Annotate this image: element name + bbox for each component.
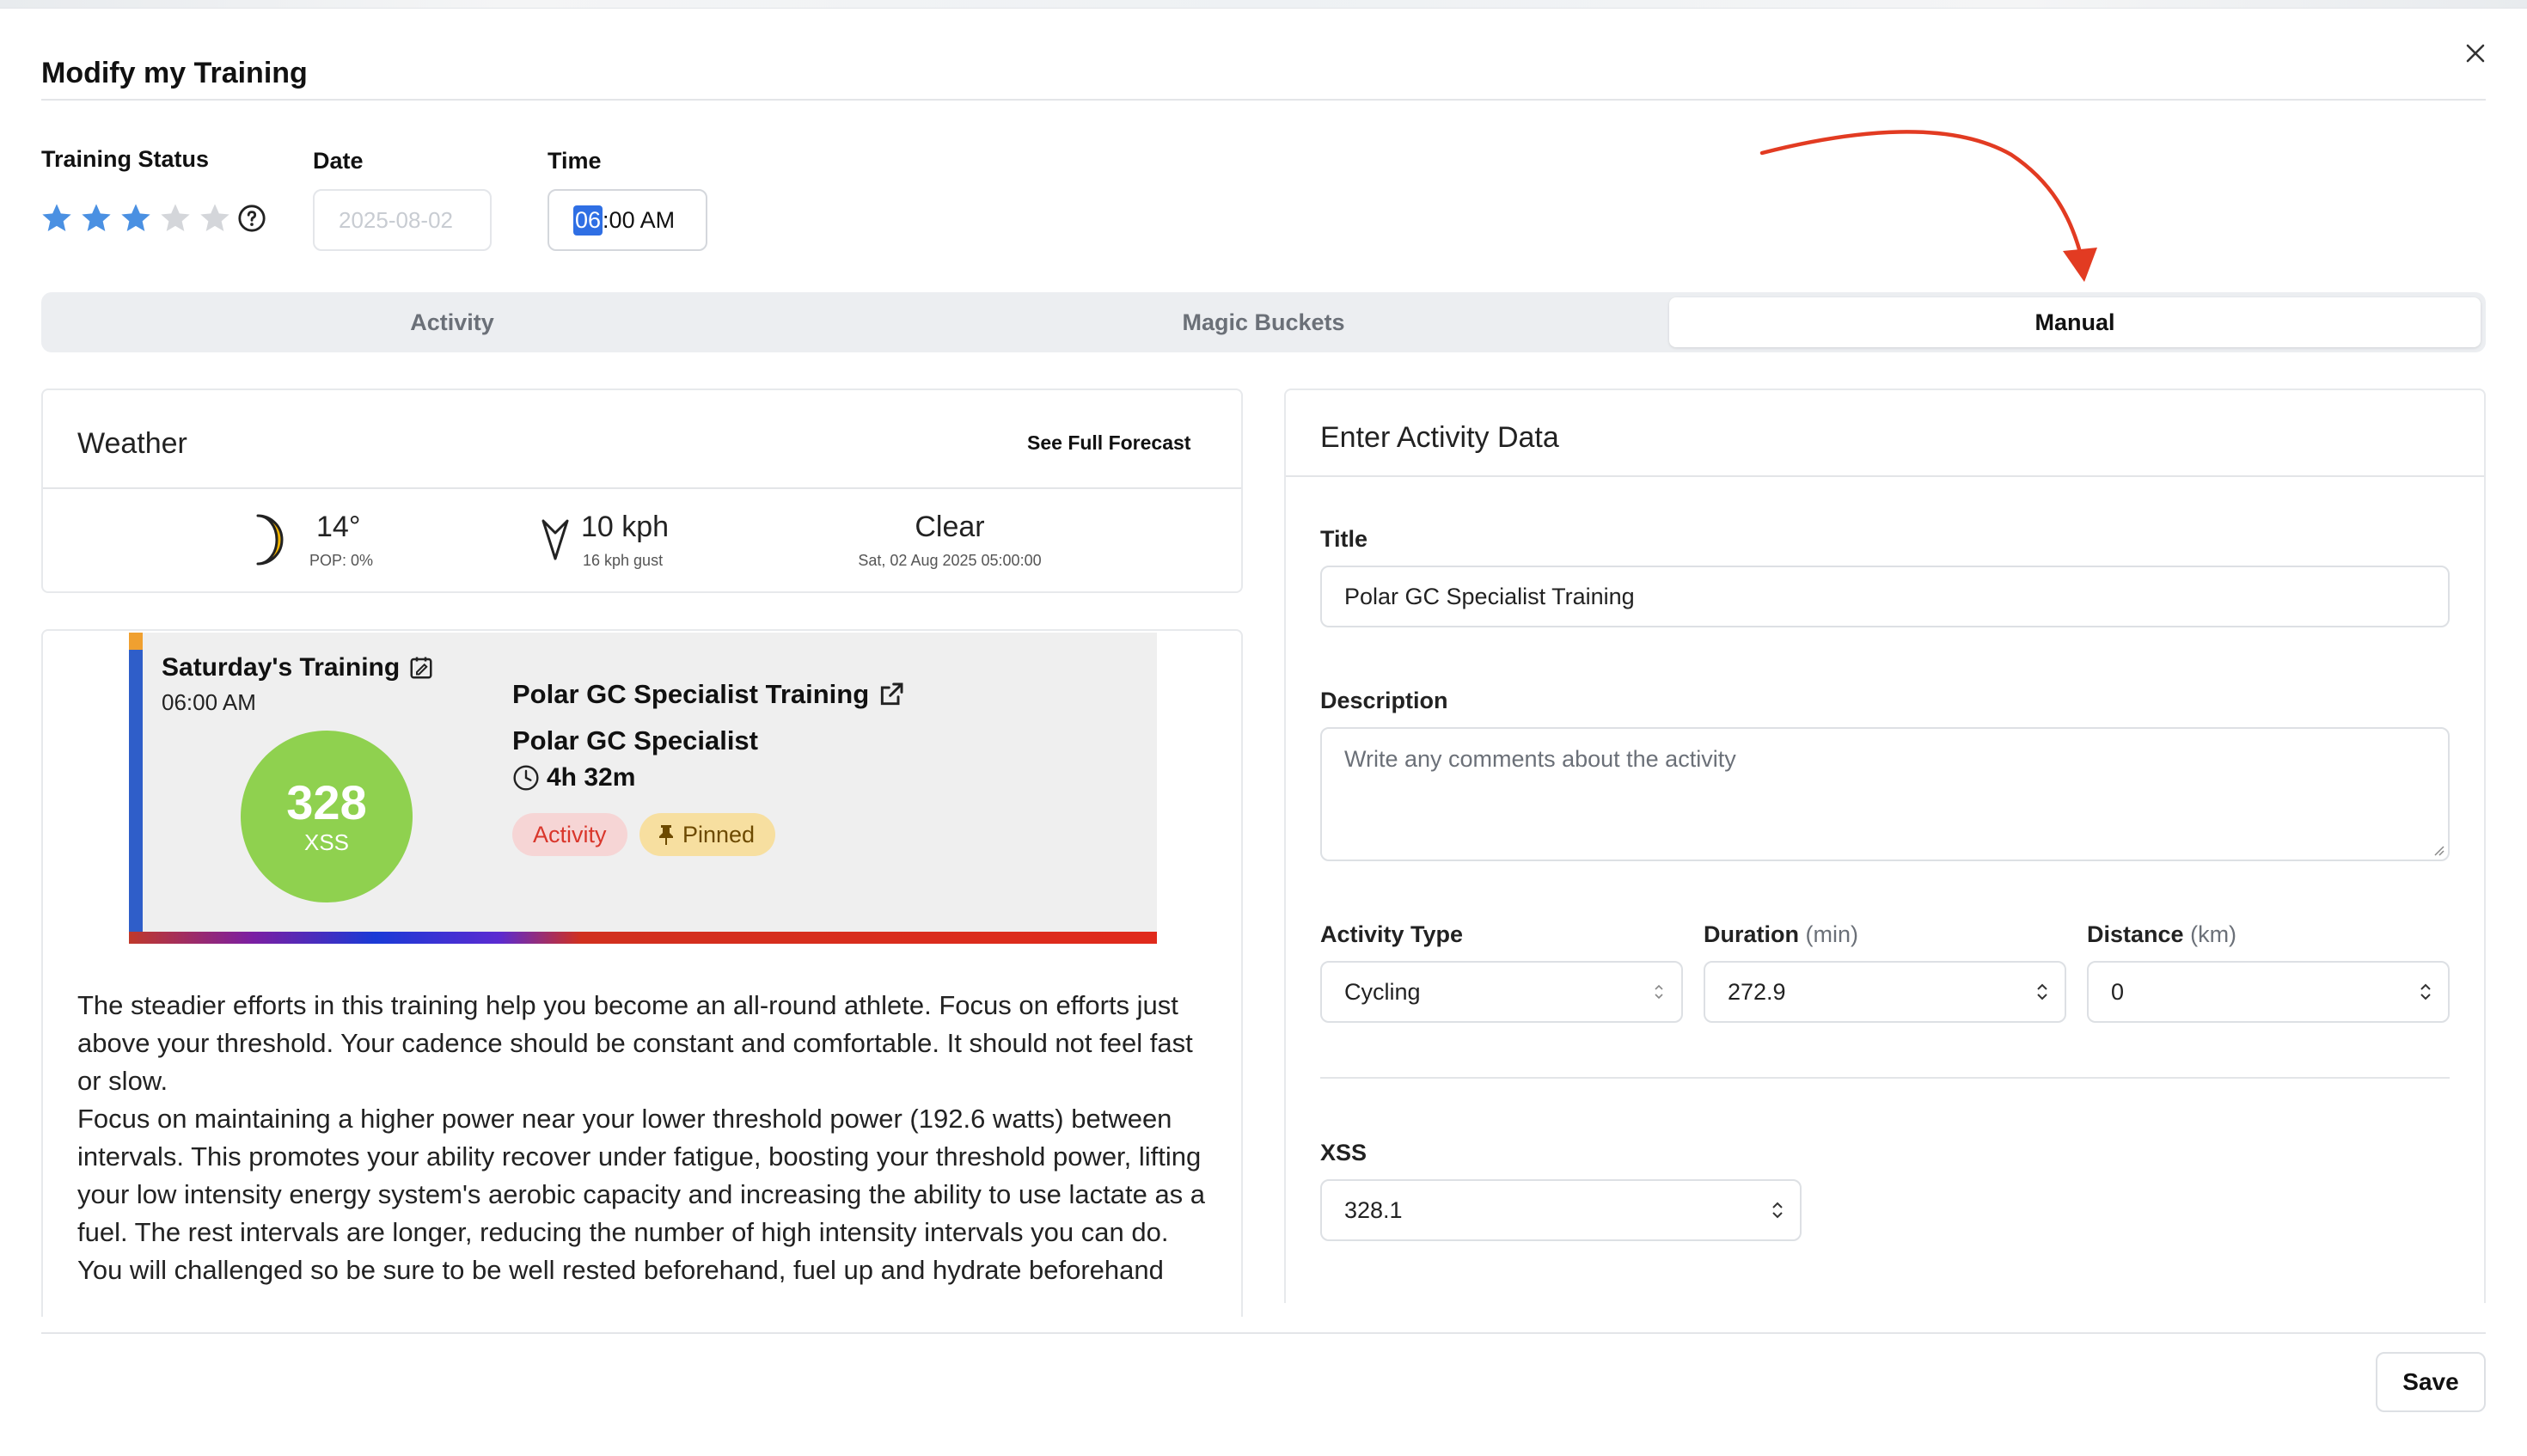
description-paragraph: You will challenged so be sure to be wel… xyxy=(77,1255,1164,1285)
weather-title: Weather xyxy=(77,427,187,460)
footer-divider xyxy=(41,1332,2486,1334)
training-time: 06:00 AM xyxy=(162,689,256,715)
pinned-badge-text: Pinned xyxy=(682,821,756,847)
duration-value: 272.9 xyxy=(1728,978,1786,1005)
workout-duration: 4h 32m xyxy=(512,763,635,792)
annotation-arrow-icon xyxy=(1759,130,2097,282)
moon-icon xyxy=(256,514,284,566)
weather-pop: POP: 0% xyxy=(309,552,374,569)
form-section-divider xyxy=(1320,1077,2450,1079)
duration-text: 4h 32m xyxy=(547,763,636,792)
intensity-bar-left xyxy=(129,650,143,935)
distance-label: Distance (km) xyxy=(2087,921,2236,948)
calendar-edit-icon[interactable] xyxy=(408,655,434,681)
close-icon[interactable] xyxy=(2460,38,2491,69)
workout-title[interactable]: Polar GC Specialist Training xyxy=(512,679,905,710)
rating-stars[interactable] xyxy=(40,201,266,236)
clock-icon xyxy=(513,765,539,791)
title-label: Title xyxy=(1320,526,1368,552)
training-description: The steadier efforts in this training he… xyxy=(43,971,1241,1303)
tab-manual[interactable]: Manual xyxy=(1669,297,2481,347)
tab-activity[interactable]: Activity xyxy=(46,297,858,347)
stepper-icon[interactable] xyxy=(1771,1198,1784,1222)
star-icon[interactable] xyxy=(119,201,153,236)
distance-label-text: Distance xyxy=(2087,921,2184,947)
star-empty-icon[interactable] xyxy=(158,201,193,236)
activity-type-select[interactable]: Cycling xyxy=(1320,961,1683,1023)
modal-title: Modify my Training xyxy=(41,57,308,89)
duration-input[interactable]: 272.9 xyxy=(1704,961,2066,1023)
description-paragraph: The steadier efforts in this training he… xyxy=(77,990,1193,1096)
xss-circle: 328 XSS xyxy=(241,731,413,902)
xss-label: XSS xyxy=(1320,1140,1368,1165)
time-input[interactable]: 06:00 AM xyxy=(548,189,707,251)
xss-value: 328.1 xyxy=(1344,1196,1403,1223)
activity-badge: Activity xyxy=(512,813,627,856)
header-divider xyxy=(41,99,2486,101)
form-divider xyxy=(1286,475,2484,477)
xss-score: 328 xyxy=(286,775,367,829)
weather-gust: 16 kph gust xyxy=(583,552,664,569)
distance-input[interactable]: 0 xyxy=(2087,961,2450,1023)
intensity-strip xyxy=(129,932,1157,944)
pin-icon xyxy=(659,825,673,845)
weather-wind: 10 kph xyxy=(581,511,670,543)
weather-divider xyxy=(43,487,1241,489)
time-hour-segment[interactable]: 06 xyxy=(573,205,603,236)
workout-name: Polar GC Specialist xyxy=(512,725,758,756)
xss-score-label: XSS xyxy=(303,829,350,855)
stepper-icon[interactable] xyxy=(2035,980,2049,1004)
select-chevron-icon xyxy=(1655,984,1663,1000)
stepper-icon[interactable] xyxy=(2419,980,2432,1004)
date-label: Date xyxy=(313,148,364,174)
question-circle-icon[interactable] xyxy=(237,204,266,233)
save-button[interactable]: Save xyxy=(2376,1352,2486,1412)
time-rest: :00 AM xyxy=(603,206,676,233)
activity-type-value: Cycling xyxy=(1344,978,1421,1005)
duration-unit: (min) xyxy=(1805,921,1859,947)
workout-title-text[interactable]: Polar GC Specialist Training xyxy=(512,679,869,710)
external-link-icon[interactable] xyxy=(878,681,905,708)
description-paragraph: Focus on maintaining a higher power near… xyxy=(77,1104,1206,1247)
duration-label-text: Duration xyxy=(1704,921,1799,947)
see-full-forecast-link[interactable]: See Full Forecast xyxy=(1027,431,1190,455)
top-strip xyxy=(0,0,2527,9)
training-status-label: Training Status xyxy=(41,146,210,172)
star-icon[interactable] xyxy=(40,201,74,236)
description-textarea[interactable]: Write any comments about the activity xyxy=(1320,727,2450,861)
duration-label: Duration (min) xyxy=(1704,921,1858,948)
weather-datetime: Sat, 02 Aug 2025 05:00:00 xyxy=(858,552,1042,569)
date-input[interactable]: 2025-08-02 xyxy=(313,189,492,251)
description-label: Description xyxy=(1320,688,1448,713)
distance-unit: (km) xyxy=(2190,921,2237,947)
wind-direction-icon xyxy=(542,519,569,560)
star-empty-icon[interactable] xyxy=(198,201,232,236)
title-input[interactable]: Polar GC Specialist Training xyxy=(1320,566,2450,627)
day-title-text: Saturday's Training xyxy=(162,653,401,682)
form-title: Enter Activity Data xyxy=(1320,421,1559,454)
day-title: Saturday's Training xyxy=(162,653,434,682)
distance-value: 0 xyxy=(2111,978,2125,1005)
pinned-badge: Pinned xyxy=(639,813,776,856)
resize-handle-icon[interactable] xyxy=(2432,844,2444,856)
weather-temp: 14° xyxy=(316,511,361,543)
xss-input[interactable]: 328.1 xyxy=(1320,1179,1802,1241)
view-tabs: Activity Magic Buckets Manual xyxy=(41,292,2486,352)
star-icon[interactable] xyxy=(79,201,113,236)
time-label: Time xyxy=(548,148,602,174)
intensity-marker xyxy=(129,633,143,650)
weather-condition: Clear xyxy=(915,511,985,543)
tab-magic-buckets[interactable]: Magic Buckets xyxy=(858,297,1669,347)
activity-type-label: Activity Type xyxy=(1320,921,1464,947)
